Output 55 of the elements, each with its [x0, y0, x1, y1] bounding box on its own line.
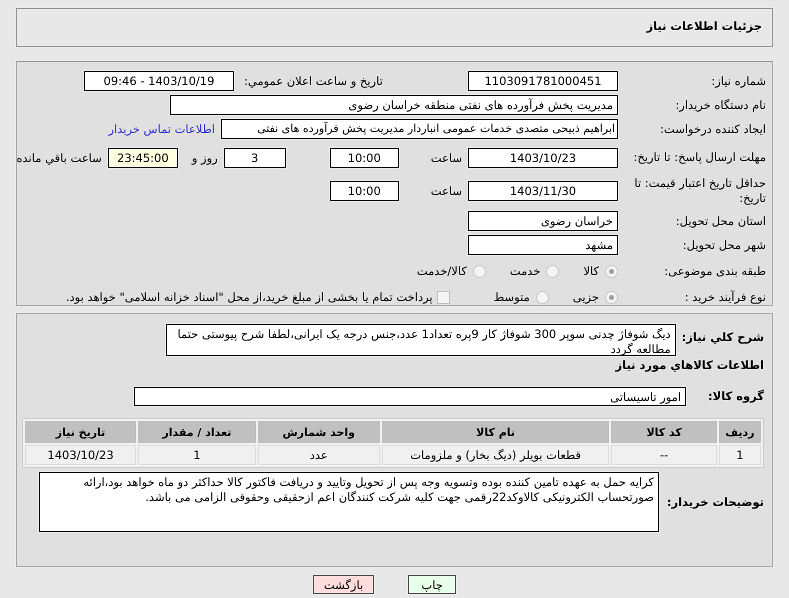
field-label: شهر محل تحویل: — [682, 238, 766, 252]
radio-option[interactable]: جزیی — [572, 290, 618, 304]
column-header: تعداد / مقدار — [138, 421, 256, 443]
announcement-date-field: 1403/10/19 - 09:46 — [84, 71, 234, 91]
contact-link[interactable]: اطلاعات تماس خریدار — [108, 122, 215, 136]
goods-group-field: امور تاسیساتی — [134, 386, 686, 406]
table-cell: عدد — [258, 445, 380, 465]
table-cell: 1403/10/23 — [25, 445, 136, 465]
table-cell: -- — [611, 445, 717, 465]
field-label: استان محل تحویل: — [674, 214, 766, 228]
field-label: تاریخ و ساعت اعلان عمومي: — [244, 74, 383, 88]
remaining-time-field: 23:45:00 — [108, 148, 178, 168]
radio-option[interactable]: کالا/خدمت — [416, 264, 486, 278]
column-header: واحد شمارش — [258, 421, 380, 443]
table-cell: 1 — [138, 445, 256, 465]
buyer-notes-field: کرایه حمل به عهده تامین کننده بوده وتسویه وجه پس از تحویل وتایید و دریافت فاکتور کالا حداکثر دو ماه خواهد بود،ارائه صورتحساب الکترونیکی کالاوکد22رقمی جهت کلیه شرکت کنندگان اعم ازحقیقی وحقوقی الزامی می باشد. — [38, 472, 659, 532]
table-cell: قطعات بویلر (دیگ بخار) و ملزومات — [382, 445, 610, 465]
field-label: نام دستگاه خریدار: — [674, 98, 766, 112]
city-field: مشهد — [468, 235, 618, 255]
table-cell: 1 — [718, 445, 761, 465]
field-label: شرح کلي نياز: — [682, 330, 764, 344]
requester-field: ابراهیم ذبیحی متصدی خدمات عمومی انباردار مدیریت پخش فرآورده های نفتی — [221, 119, 618, 139]
field-label: توضیحات خریدار: — [666, 495, 764, 509]
date-field: 1403/11/30 — [468, 180, 618, 200]
field-label: ایجاد کننده درخواست: — [659, 122, 766, 136]
date-field: 1403/10/23 — [468, 148, 618, 168]
field-label: گروه کالا: — [708, 389, 764, 403]
section-heading: اطلاعات کالاهاي مورد نياز — [614, 358, 764, 372]
field-label: ساعت — [430, 184, 462, 198]
field-label: ساعت باقي مانده — [16, 150, 102, 164]
column-header: ردیف — [718, 421, 761, 443]
field-label: نوع فرآیند خرید : — [684, 290, 766, 304]
radio-option[interactable]: متوسط — [494, 290, 549, 304]
back-button[interactable]: بازگشت — [312, 575, 374, 594]
column-header: کد کالا — [611, 421, 717, 443]
buyer-org-field: مدیریت پخش فرآورده های نفتی منطقه خراسان رضوی — [170, 95, 618, 115]
print-button[interactable]: چاپ — [408, 575, 456, 594]
field-label: حداقل تاریخ اعتبار قیمت: تا تاریخ: — [633, 176, 766, 205]
days-field: 3 — [224, 148, 286, 168]
field-label: طبقه بندی موضوعی: — [663, 264, 766, 278]
treasury-checkbox[interactable]: پرداخت تمام یا بخشی از مبلغ خرید،از محل "اسناد خزانه اسلامی" خواهد بود. — [66, 290, 450, 304]
column-header: تاریخ نیاز — [25, 421, 136, 443]
time-field: 10:00 — [330, 148, 399, 168]
field-label: ساعت — [430, 150, 462, 164]
page-title: جزئیات اطلاعات نیاز — [645, 18, 763, 35]
radio-option[interactable]: کالا — [583, 264, 618, 278]
column-header: نام کالا — [382, 421, 610, 443]
radio-option[interactable]: خدمت — [510, 264, 560, 278]
need-number-field: 1103091781000451 — [468, 71, 618, 91]
field-label: شماره نیاز: — [710, 74, 766, 88]
field-label: روز و — [192, 150, 218, 164]
province-field: خراسان رضوی — [468, 211, 618, 231]
description-field: دیگ شوفاژ چدنی سوپر 300 شوفاژ کار 9پره تعداد1 عدد،جنس درجه یک ایرانی،لطفا شرح پیوستی حتما مطالعه گردد — [166, 324, 676, 356]
time-field: 10:00 — [330, 180, 399, 200]
field-label: مهلت ارسال پاسخ: تا تاریخ: — [632, 150, 766, 165]
